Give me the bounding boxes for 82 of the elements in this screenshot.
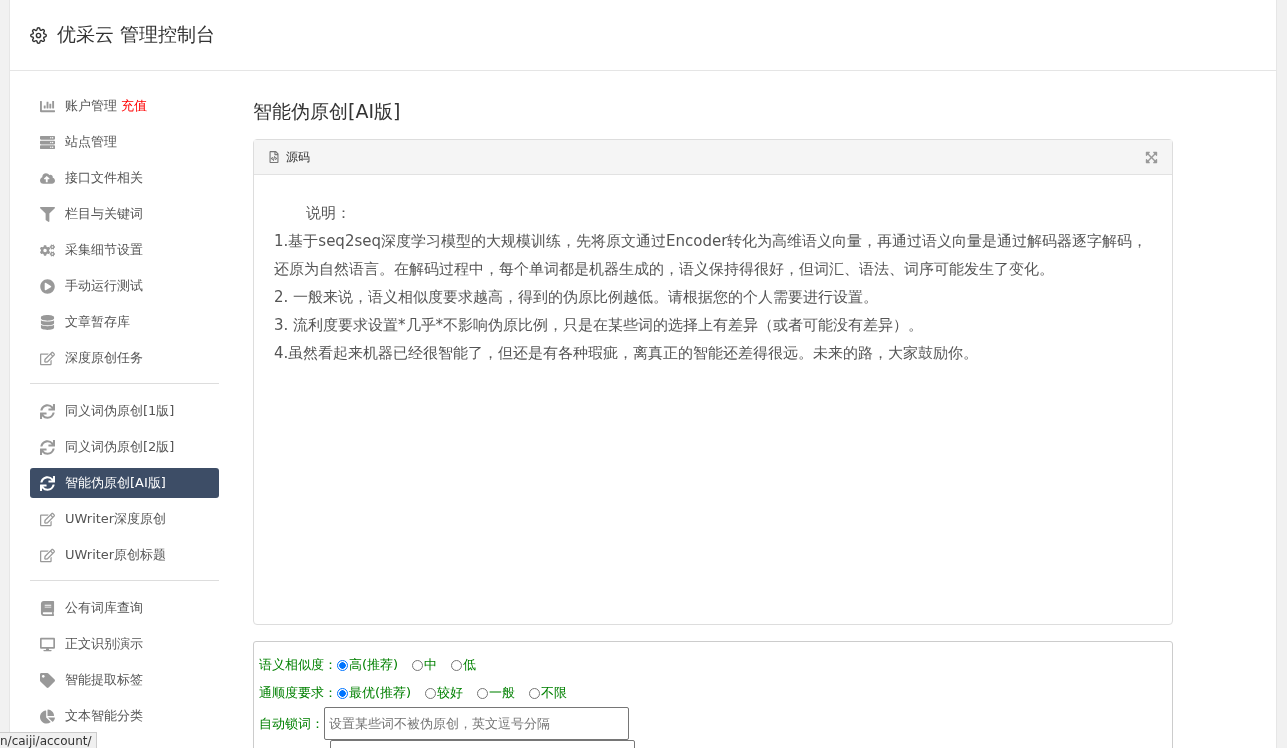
sidebar-label: 账户管理 xyxy=(65,97,117,115)
play-icon xyxy=(40,278,55,294)
description-paragraph: 3. 流利度要求设置*几乎*不影响伪原比例，只是在某些词的选择上有差异（或者可能没有差异）。 xyxy=(274,315,925,336)
book-icon xyxy=(40,600,55,616)
sidebar-item[interactable]: 文本智能分类 xyxy=(30,701,219,731)
monitor-icon xyxy=(40,636,55,652)
option-text[interactable]: 不限 xyxy=(541,684,568,702)
description-paragraph: 2. 一般来说，语义相似度要求越高，得到的伪原比例越低。请根据您的个人需要进行设置。 xyxy=(274,287,880,308)
radio-button[interactable] xyxy=(337,687,348,699)
pie-chart-icon xyxy=(40,708,55,724)
sidebar-label: 同义词伪原创[1版] xyxy=(65,402,175,420)
sidebar-label: 站点管理 xyxy=(65,133,117,151)
sidebar-label: UWriter原创标题 xyxy=(65,546,167,564)
option-text[interactable]: 高(推荐) xyxy=(349,656,399,674)
panel-title: 源码 xyxy=(286,148,311,166)
sidebar-item[interactable]: 栏目与关键词 xyxy=(30,199,219,229)
sidebar-item[interactable]: 深度原创任务 xyxy=(30,343,219,373)
radio-button[interactable] xyxy=(425,687,437,699)
description-paragraph: 4.虽然看起来机器已经很智能了，但还是有各种瑕疵，离真正的智能还差得很远。未来的路，大家鼓励你。 xyxy=(274,343,980,364)
option-text[interactable]: 中 xyxy=(424,656,438,674)
sidebar-label: 深度原创任务 xyxy=(65,349,143,367)
sidebar-label: 文本智能分类 xyxy=(65,707,143,725)
sidebar-item[interactable]: 智能提取标签 xyxy=(30,665,219,695)
tag-icon xyxy=(40,672,55,688)
server-icon xyxy=(40,134,55,150)
code-file-icon xyxy=(268,151,280,163)
sidebar-item[interactable]: 公有词库查询 xyxy=(30,593,219,623)
fullscreen-icon[interactable] xyxy=(1145,150,1158,164)
input-field[interactable]: 设置某些词不被伪原创，英文逗号分隔 xyxy=(324,707,629,740)
recharge-link[interactable]: 充值 xyxy=(121,97,147,115)
app-title: 优采云 管理控制台 xyxy=(57,22,216,47)
radio-button[interactable] xyxy=(451,659,463,671)
sidebar-label: UWriter深度原创 xyxy=(65,510,167,528)
sidebar-label: 文章暂存库 xyxy=(65,313,130,331)
sidebar-label: 接口文件相关 xyxy=(65,169,143,187)
sidebar-item[interactable]: UWriter深度原创 xyxy=(30,504,219,534)
option-label: 自动锁词： xyxy=(259,714,324,733)
radio-button[interactable] xyxy=(412,659,424,671)
sidebar-label: 正文识别演示 xyxy=(65,635,143,653)
radio-button[interactable] xyxy=(529,687,541,699)
sidebar-item[interactable]: UWriter原创标题 xyxy=(30,540,219,570)
sidebar-item[interactable]: 同义词伪原创[1版] xyxy=(30,396,219,426)
option-text[interactable]: 最优(推荐) xyxy=(349,684,412,702)
edit-icon xyxy=(40,350,55,366)
refresh-icon xyxy=(40,403,55,419)
database-icon xyxy=(40,314,55,330)
sidebar-label: 栏目与关键词 xyxy=(65,205,143,223)
refresh-icon xyxy=(40,475,55,491)
sidebar-item[interactable]: 账户管理 充值 xyxy=(30,91,219,121)
sidebar-item[interactable]: 接口文件相关 xyxy=(30,163,219,193)
radio-button[interactable] xyxy=(477,687,489,699)
sidebar-label: 公有词库查询 xyxy=(65,599,143,617)
sidebar-label: 智能伪原创[AI版] xyxy=(65,474,166,492)
sidebar-item[interactable]: 同义词伪原创[2版] xyxy=(30,432,219,462)
option-label: 通顺度要求： xyxy=(259,684,337,702)
sidebar-label: 智能提取标签 xyxy=(65,671,143,689)
option-text[interactable]: 低 xyxy=(463,656,477,674)
sidebar-label: 手动运行测试 xyxy=(65,277,143,295)
settings-icon xyxy=(30,26,47,44)
option-text[interactable]: 一般 xyxy=(489,684,516,702)
intro-text: 说明： xyxy=(305,203,352,224)
sidebar-label: 同义词伪原创[2版] xyxy=(65,438,175,456)
bar-chart-icon xyxy=(40,98,55,114)
page-title: 智能伪原创[AI版] xyxy=(253,99,402,124)
filter-icon xyxy=(40,206,55,222)
sidebar-label: 采集细节设置 xyxy=(65,241,143,259)
sidebar-item[interactable]: 采集细节设置 xyxy=(30,235,219,265)
edit-icon xyxy=(40,511,55,527)
option-text[interactable]: 较好 xyxy=(437,684,464,702)
sidebar-item[interactable]: 手动运行测试 xyxy=(30,271,219,301)
cloud-upload-icon xyxy=(40,170,55,186)
sidebar-item[interactable]: 智能伪原创[AI版] xyxy=(30,468,219,498)
sidebar-item[interactable]: 文章暂存库 xyxy=(30,307,219,337)
refresh-icon xyxy=(40,439,55,455)
edit-icon xyxy=(40,547,55,563)
sidebar-item[interactable]: 正文识别演示 xyxy=(30,629,219,659)
sidebar-item[interactable]: 站点管理 xyxy=(30,127,219,157)
gears-icon xyxy=(40,242,55,258)
radio-button[interactable] xyxy=(337,659,348,671)
description-paragraph: 1.基于seq2seq深度学习模型的大规模训练，先将原文通过Encoder转化为高维语义向量，再通过语义向量是通过解码器逐字解码，还原为自然语言。在解码过程中，每个单词都是机器生成的，语义保持得很好，但词汇、语法、词序可能发生了变化。 xyxy=(274,231,1149,280)
status-url: n/caiji/account/ xyxy=(0,732,97,748)
option-label: 语义相似度： xyxy=(259,656,337,674)
